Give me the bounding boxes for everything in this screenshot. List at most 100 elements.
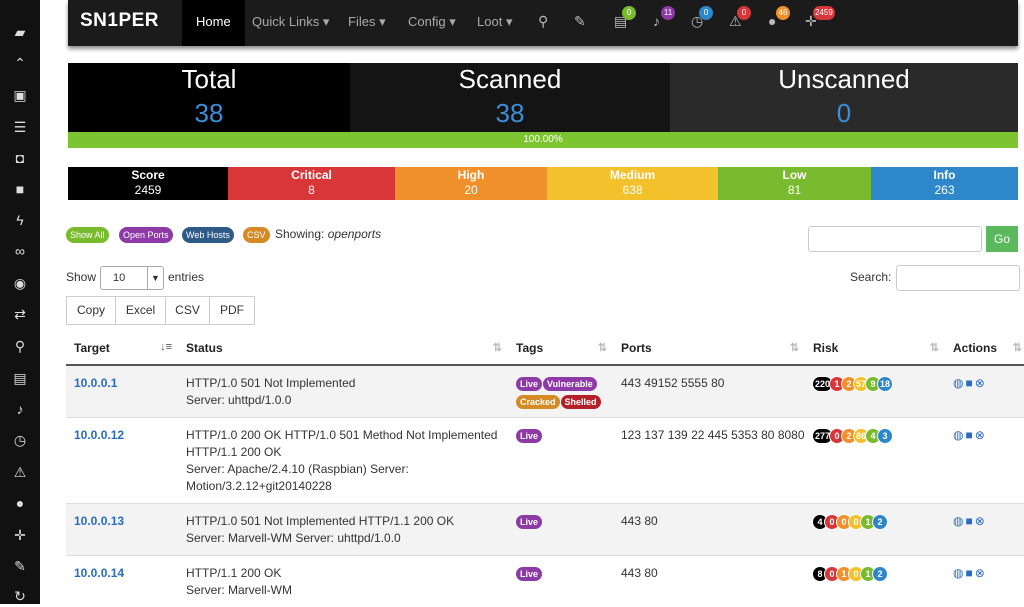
bucket-icon[interactable]: ◘ — [0, 150, 40, 166]
search-icon[interactable]: ⚲ — [0, 338, 40, 354]
risk-high[interactable]: High 20 — [395, 167, 547, 200]
lock-icon[interactable]: ■ — [965, 513, 972, 530]
cell-actions: ◍ ■ ⊗ — [945, 554, 1024, 607]
folders-icon[interactable]: ▰ — [0, 24, 40, 40]
brand-logo[interactable]: SN1PER — [80, 10, 159, 32]
risk-score-label: Score — [131, 168, 165, 182]
search-icon[interactable]: ⚲ — [538, 13, 548, 30]
globe-icon[interactable]: ◍ — [953, 375, 963, 392]
nav-config[interactable]: Config ▾ — [408, 0, 456, 46]
lock-icon[interactable]: ■ — [965, 375, 972, 392]
cell-target: 10.0.0.13 — [66, 502, 178, 555]
image-icon[interactable]: ▣ — [0, 87, 40, 103]
arrows-exchange-icon[interactable]: ⇄ — [0, 306, 40, 322]
user-icon[interactable]: ● — [0, 495, 40, 511]
target-link[interactable]: 10.0.0.1 — [74, 376, 117, 390]
bell-icon[interactable]: ♪ — [0, 401, 40, 417]
list-icon[interactable]: ☰ — [0, 119, 40, 135]
warning-icon[interactable]: ⚠ 0 — [729, 6, 751, 30]
risk-medium[interactable]: Medium 638 — [547, 167, 718, 200]
glasses-icon[interactable]: ∞ — [0, 243, 40, 259]
tag-live[interactable]: Live — [516, 566, 543, 581]
filter-input[interactable] — [808, 226, 982, 252]
close-circle-icon[interactable]: ⊗ — [975, 565, 985, 582]
stat-total-value: 38 — [194, 98, 224, 128]
filter-open-ports-button[interactable]: Open Ports — [119, 227, 173, 243]
entries-length-select[interactable]: 10 ▼ — [100, 266, 164, 290]
server-line: Server: Marvell-WM Server: uhttpd/1.0.0 — [186, 530, 401, 545]
timer-icon[interactable]: ◷ 0 — [691, 6, 713, 30]
chevron-up-icon[interactable]: ⌃ — [0, 55, 40, 71]
close-circle-icon[interactable]: ⊗ — [975, 513, 985, 530]
go-button[interactable]: Go — [986, 226, 1018, 252]
document-icon[interactable]: ▤ 0 — [614, 6, 636, 30]
tag-live[interactable]: Live — [516, 428, 543, 443]
crosshair-icon[interactable]: ✛ 2459 — [805, 6, 835, 30]
cell-actions: ◍ ■ ⊗ — [945, 502, 1024, 555]
nav-loot[interactable]: Loot ▾ — [477, 0, 512, 46]
risk-info-badge[interactable]: 18 — [878, 377, 893, 391]
excel-button[interactable]: Excel — [115, 296, 166, 325]
risk-score[interactable]: Score 2459 — [68, 167, 228, 200]
tag-cracked[interactable]: Cracked — [516, 395, 560, 409]
nav-quick-links[interactable]: Quick Links ▾ — [252, 0, 329, 46]
cell-actions: ◍ ■ ⊗ — [945, 416, 1024, 503]
risk-info-badge[interactable]: 2 — [873, 514, 887, 529]
search-input[interactable] — [896, 265, 1020, 291]
target-link[interactable]: 10.0.0.14 — [74, 566, 124, 580]
copy-button[interactable]: Copy — [66, 296, 116, 325]
filter-show-all-button[interactable]: Show All — [66, 227, 109, 243]
refresh-icon[interactable]: ↻ — [0, 588, 40, 604]
filter-csv-button[interactable]: CSV — [243, 227, 270, 243]
edit-icon[interactable]: ✎ — [0, 558, 40, 574]
nav-files[interactable]: Files ▾ — [348, 0, 386, 46]
bolt-icon[interactable]: ϟ — [0, 212, 40, 228]
risk-info-badge[interactable]: 2 — [873, 566, 887, 581]
target-link[interactable]: 10.0.0.12 — [74, 428, 124, 442]
column-header-tags[interactable]: Tags ⇅ — [508, 332, 613, 366]
csv-button[interactable]: CSV — [165, 296, 210, 325]
bell-icon[interactable]: ♪ 11 — [653, 6, 675, 29]
lock-icon[interactable]: ■ — [965, 565, 972, 582]
globe-icon[interactable]: ◍ — [953, 513, 963, 530]
nav-files-label: Files — [348, 14, 376, 29]
stat-scanned: Scanned 38 — [350, 63, 670, 132]
lock-icon[interactable]: ■ — [965, 427, 972, 444]
clock-icon[interactable]: ◷ — [0, 432, 40, 448]
globe-icon[interactable]: ◍ — [953, 427, 963, 444]
column-header-label: Actions — [953, 341, 998, 355]
pdf-button[interactable]: PDF — [209, 296, 255, 325]
globe-icon[interactable]: ◍ — [953, 565, 963, 582]
risk-low[interactable]: Low 81 — [718, 167, 871, 200]
column-header-status[interactable]: Status ⇅ — [178, 332, 508, 366]
close-circle-icon[interactable]: ⊗ — [975, 375, 985, 392]
risk-info-badge[interactable]: 3 — [878, 428, 893, 443]
docs-badge: 0 — [622, 6, 636, 20]
nav-home[interactable]: Home — [182, 0, 245, 46]
column-header-target[interactable]: Target ↓≡ — [66, 332, 178, 366]
column-header-risk[interactable]: Risk ⇅ — [805, 332, 945, 366]
targets-table: Target ↓≡ Status ⇅ Tags ⇅ Ports ⇅ Risk ⇅ Acti… — [66, 332, 1024, 607]
column-header-ports[interactable]: Ports ⇅ — [613, 332, 805, 366]
target-icon[interactable]: ◉ — [0, 275, 40, 291]
tag-shelled[interactable]: Shelled — [560, 395, 601, 409]
cell-actions: ◍ ■ ⊗ — [945, 364, 1024, 417]
sort-icon: ⇅ — [1012, 342, 1022, 354]
risk-critical[interactable]: Critical 8 — [228, 167, 395, 200]
crosshair-icon[interactable]: ✛ — [0, 527, 40, 543]
filter-web-hosts-button[interactable]: Web Hosts — [182, 227, 234, 243]
column-header-actions[interactable]: Actions ⇅ — [945, 332, 1024, 366]
close-circle-icon[interactable]: ⊗ — [975, 427, 985, 444]
tag-vulnerable[interactable]: Vulnerable — [543, 377, 597, 391]
tag-live[interactable]: Live — [516, 514, 543, 529]
edit-icon[interactable]: ✎ — [574, 13, 586, 30]
sort-icon: ⇅ — [492, 342, 502, 354]
stat-scanned-value: 38 — [495, 98, 525, 128]
tag-live[interactable]: Live — [516, 377, 543, 391]
lock-icon[interactable]: ■ — [0, 181, 40, 197]
user-icon[interactable]: ● 46 — [768, 6, 790, 29]
risk-info[interactable]: Info 263 — [871, 167, 1018, 200]
warning-icon[interactable]: ⚠ — [0, 464, 40, 480]
document-icon[interactable]: ▤ — [0, 370, 40, 386]
target-link[interactable]: 10.0.0.13 — [74, 514, 124, 528]
